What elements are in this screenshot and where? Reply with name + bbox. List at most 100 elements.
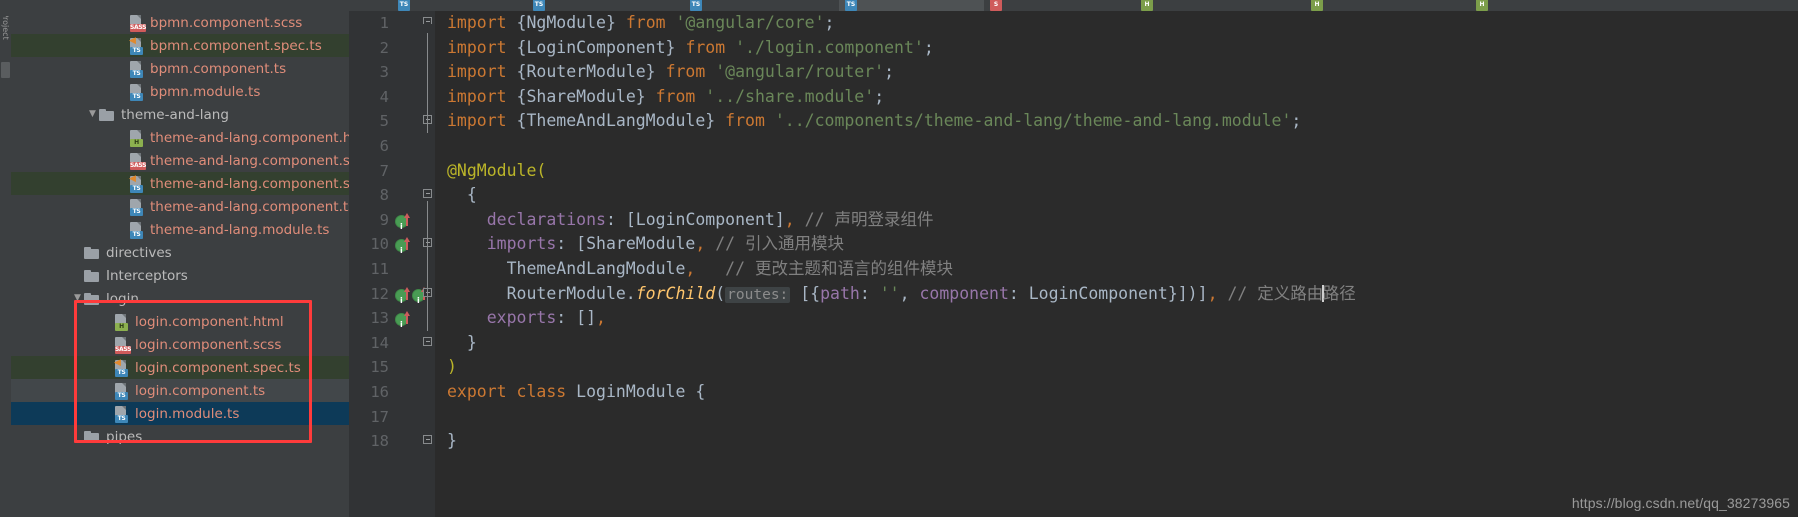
code-token: forChild (635, 283, 716, 303)
code-line[interactable]: 9 declarations: [LoginComponent], // 声明登… (349, 208, 1798, 240)
code-token: {NgModule} (516, 13, 626, 32)
code-fold-toggle-icon[interactable] (423, 435, 434, 446)
tree-file-row[interactable]: Htheme-and-lang.component.html (11, 126, 349, 149)
line-number: 12 (370, 284, 389, 303)
tree-file-row[interactable]: TS bpmn.component.ts (11, 57, 349, 80)
tree-file-row[interactable]: SASS bpmn.component.scss (11, 11, 349, 34)
code-text: imports: [ShareModule, // 引入通用模块 (447, 232, 844, 257)
code-line[interactable]: 5 import {ThemeAndLangModule} from '../co… (349, 109, 1798, 134)
code-token: import (447, 86, 517, 106)
code-line[interactable]: 18} (349, 429, 1798, 454)
project-file-tree[interactable]: SASS bpmn.component.scss ◀ TS bpmn.component… (11, 11, 349, 517)
tree-file-row[interactable]: SASStheme-and-lang.component.scss (11, 149, 349, 172)
code-token: from (725, 111, 775, 131)
file-type-badge: TS (130, 92, 143, 101)
tree-file-row[interactable]: Hlogin.component.html (11, 310, 349, 333)
code-line[interactable]: 14 } (349, 331, 1798, 356)
chevron-down-icon[interactable]: ▼ (86, 103, 99, 126)
ts-file-icon: ◀ TS (129, 174, 144, 193)
tree-file-row[interactable]: ◀ TS login.component.spec.ts (11, 356, 349, 379)
gutter-run-marker-icon[interactable] (395, 311, 410, 338)
tree-folder-row[interactable]: ▼ login (11, 287, 349, 310)
code-token: : [ShareModule (556, 234, 696, 254)
code-token: ( (715, 283, 726, 303)
code-fold-toggle-icon[interactable] (423, 336, 434, 348)
code-token: '@angular/core' (675, 13, 825, 32)
code-line[interactable]: 10 imports: [ShareModule, // 引入通用模块 (349, 232, 1798, 264)
gutter-run-marker-icon[interactable] (395, 286, 410, 313)
gutter-run-marker-icon[interactable] (395, 237, 410, 264)
code-token: // 更改主题和语言的组件模块 (725, 258, 953, 278)
code-line[interactable]: 15) (349, 355, 1798, 380)
scss-file-icon: SASS (129, 152, 146, 170)
file-name-label: login.component.ts (135, 382, 266, 399)
code-token: 路径 (1322, 283, 1356, 303)
tree-file-row[interactable]: TS login.module.ts (11, 402, 349, 425)
code-line[interactable]: 3 import {RouterModule} from '@angular/ro… (349, 60, 1798, 85)
fold-region-line (427, 201, 428, 331)
gutter-run-marker-icon[interactable] (395, 212, 410, 239)
line-number: 17 (370, 407, 389, 426)
code-editor[interactable]: 1 import {NgModule} from '@angular/core';… (349, 11, 1798, 517)
tree-folder-row[interactable]: ▼ theme-and-lang (11, 103, 349, 126)
code-fold-toggle-icon[interactable] (423, 17, 434, 28)
code-line[interactable]: 17 (349, 405, 1798, 430)
code-fold-toggle-icon[interactable] (423, 115, 434, 126)
chevron-down-icon[interactable]: ▼ (71, 287, 84, 310)
code-line[interactable]: 7 @NgModule( (349, 159, 1798, 184)
line-number: 1 (379, 14, 389, 32)
tree-folder-row[interactable]: directives (11, 241, 349, 264)
tree-folder-row[interactable]: pipes (11, 425, 349, 448)
line-number: 14 (370, 333, 389, 352)
tree-file-row[interactable]: SASS login.component.scss (11, 333, 349, 356)
tree-file-row[interactable]: ◀ TS bpmn.component.spec.ts (11, 34, 349, 57)
code-line[interactable]: 4 import {ShareModule} from '../share.mod… (349, 85, 1798, 110)
tree-folder-row[interactable]: Interceptors (11, 264, 349, 287)
tree-file-row[interactable]: TS login.component.ts (11, 379, 349, 402)
code-token: , (1207, 283, 1218, 303)
parameter-hint: routes: (725, 286, 791, 303)
code-line[interactable]: 11 ThemeAndLangModule, // 更改主题和语言的组件模块 (349, 257, 1798, 282)
code-text: import {RouterModule} from '@angular/rou… (447, 60, 894, 85)
file-name-label: login.component.html (135, 313, 284, 330)
line-number: 9 (379, 210, 389, 229)
line-number: 2 (379, 38, 389, 57)
tree-file-row[interactable]: ◀TS theme-and-lang.component.spec.ts (11, 172, 349, 195)
code-line[interactable]: 2 import {LoginComponent} from './login.c… (349, 36, 1798, 61)
spec-test-icon: ◀ (114, 357, 121, 368)
folder-name-label: pipes (106, 428, 143, 445)
code-token: , (596, 308, 606, 328)
file-name-label: theme-and-lang.component.scss (150, 152, 349, 169)
code-fold-toggle-icon[interactable] (423, 238, 434, 249)
tree-file-row[interactable]: TS theme-and-lang.module.ts (11, 218, 349, 241)
code-line[interactable]: 16 export class LoginModule { (349, 380, 1798, 405)
tree-file-row[interactable]: TS theme-and-lang.component.ts (11, 195, 349, 218)
tree-file-row[interactable]: TS bpmn.module.ts (11, 80, 349, 103)
override-arrow-icon (404, 311, 410, 325)
code-line[interactable]: 12 RouterModule.forChild(routes: [{path:… (349, 282, 1798, 314)
code-token: component (919, 283, 1009, 303)
code-fold-toggle-icon[interactable] (423, 189, 434, 200)
code-token: LoginModule (576, 381, 696, 401)
code-token: ; (824, 13, 835, 32)
ts-file-icon: ◀ TS (129, 36, 144, 55)
code-line[interactable]: 1 import {NgModule} from '@angular/core'; (349, 11, 1798, 36)
code-token: from (665, 62, 716, 82)
scrollbar-thumb[interactable] (1, 62, 10, 78)
watermark-url: https://blog.csdn.net/qq_38273965 (1571, 495, 1790, 511)
folder-icon (99, 108, 115, 121)
code-text: ) (447, 355, 457, 380)
code-line[interactable]: 13 exports: [], (349, 306, 1798, 338)
code-token: import (447, 13, 517, 32)
code-token: path (820, 283, 860, 303)
code-line[interactable]: 6 (349, 134, 1798, 159)
fold-box-shape (423, 17, 432, 24)
code-line[interactable]: 8 { (349, 183, 1798, 208)
code-fold-toggle-icon[interactable] (423, 287, 434, 299)
code-text: import {LoginComponent} from './login.co… (447, 36, 934, 61)
file-type-badge: TS (115, 391, 128, 400)
ts-file-icon: TS (398, 0, 410, 11)
